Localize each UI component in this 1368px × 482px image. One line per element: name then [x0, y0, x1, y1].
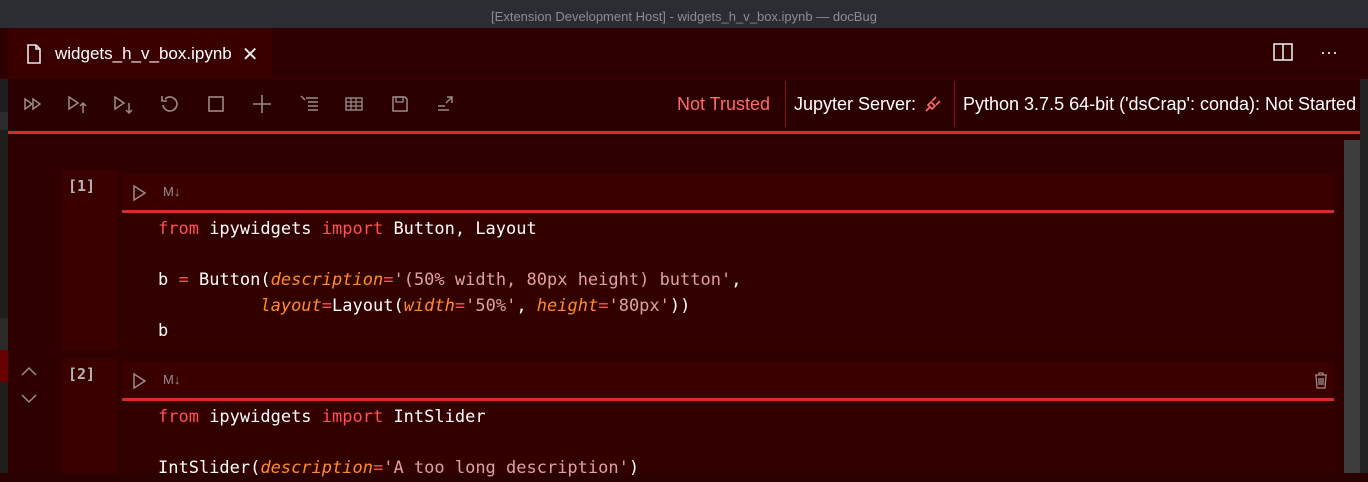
- cell-gutter: [62, 170, 118, 350]
- code-token: from: [158, 407, 199, 427]
- clear-outputs-icon[interactable]: [298, 93, 320, 115]
- markdown-toggle-icon[interactable]: M↓: [163, 372, 180, 387]
- edge-marker: [0, 350, 8, 382]
- divider: [954, 81, 955, 127]
- move-cell-down-icon[interactable]: [20, 392, 38, 406]
- code-token: from: [158, 219, 199, 239]
- run-above-icon[interactable]: [66, 93, 88, 115]
- trust-status[interactable]: Not Trusted: [677, 94, 770, 115]
- export-icon[interactable]: [435, 93, 457, 115]
- jupyter-server-label[interactable]: Jupyter Server:: [794, 94, 916, 115]
- editor-tab-bar: widgets_h_v_box.ipynb ✕ ···: [0, 28, 1368, 79]
- code-token: height: [536, 295, 599, 316]
- code-token: =: [598, 295, 609, 316]
- tab-label: widgets_h_v_box.ipynb: [55, 44, 232, 63]
- code-token: =: [383, 270, 394, 290]
- code-token: ipywidgets: [198, 219, 322, 239]
- code-token: =: [454, 295, 466, 316]
- code-token: ipywidgets: [198, 407, 322, 427]
- code-token: description: [270, 270, 384, 290]
- code-token: IntSlider(: [158, 458, 261, 478]
- close-icon[interactable]: ✕: [242, 42, 259, 67]
- interrupt-icon[interactable]: [205, 93, 227, 115]
- file-icon: [27, 44, 41, 64]
- edge-marker: [0, 112, 8, 130]
- editor-tab[interactable]: widgets_h_v_box.ipynb ✕: [8, 28, 272, 78]
- run-cell-icon[interactable]: [132, 185, 146, 201]
- code-line: b = Button(description='(50% width, 80px…: [158, 268, 1334, 294]
- code-token: 'A too long description': [383, 458, 629, 478]
- activity-edge: [0, 79, 8, 473]
- restart-icon[interactable]: [159, 93, 181, 115]
- code-token: '50%': [465, 295, 517, 316]
- code-editor[interactable]: from ipywidgets import IntSlider IntSlid…: [122, 402, 1334, 478]
- code-token: )): [669, 295, 691, 316]
- code-token: description: [260, 458, 373, 478]
- code-line: from ipywidgets import IntSlider: [158, 405, 1334, 431]
- divider: [785, 81, 786, 127]
- code-token: Button, Layout: [383, 219, 537, 239]
- code-token: =: [372, 458, 384, 478]
- scrollbar[interactable]: [1344, 140, 1360, 473]
- code-token: import: [321, 407, 384, 427]
- cell-border: [122, 398, 1334, 401]
- execution-count: [1]: [68, 177, 96, 195]
- save-icon[interactable]: [389, 93, 411, 115]
- code-token: =: [321, 295, 333, 316]
- run-below-icon[interactable]: [112, 93, 134, 115]
- code-line: layout=Layout(width='50%', height='80px'…: [158, 294, 1334, 320]
- trash-icon[interactable]: [1312, 370, 1330, 390]
- code-token: '(50% width, 80px height) button': [393, 270, 732, 290]
- run-cell-icon[interactable]: [132, 373, 146, 389]
- variables-icon[interactable]: [343, 93, 365, 115]
- code-token: ): [628, 458, 640, 478]
- code-token: import: [321, 219, 384, 239]
- code-token: ,: [516, 295, 537, 316]
- kernel-status[interactable]: Python 3.7.5 64-bit ('dsCrap': conda): N…: [963, 94, 1356, 115]
- code-token: b: [158, 321, 169, 341]
- code-token: Layout(: [332, 295, 404, 316]
- execution-count: [2]: [68, 365, 96, 383]
- code-line: IntSlider(description='A too long descri…: [158, 456, 1334, 482]
- window-title: [Extension Development Host] - widgets_h…: [491, 9, 877, 24]
- code-token: IntSlider: [383, 407, 486, 427]
- edge-marker: [0, 318, 8, 350]
- move-cell-up-icon[interactable]: [20, 364, 38, 378]
- right-edge: [1360, 79, 1368, 473]
- code-token: '80px': [608, 295, 670, 316]
- code-token: layout: [260, 295, 322, 316]
- code-editor[interactable]: from ipywidgets import Button, Layout b …: [122, 214, 1334, 350]
- window-title-bar: [Extension Development Host] - widgets_h…: [0, 0, 1368, 28]
- cell-toolbar: M↓: [122, 362, 1334, 398]
- code-token: Button(: [188, 270, 271, 290]
- split-editor-icon[interactable]: [1272, 42, 1294, 62]
- code-line: from ipywidgets import Button, Layout: [158, 217, 1334, 243]
- code-token: =: [178, 270, 189, 290]
- add-cell-icon[interactable]: [251, 93, 273, 115]
- markdown-toggle-icon[interactable]: M↓: [163, 184, 180, 199]
- plug-icon[interactable]: [922, 93, 944, 115]
- code-token: b: [158, 270, 179, 290]
- cell-toolbar: M↓: [122, 174, 1334, 210]
- code-token: width: [403, 295, 455, 316]
- code-token: ,: [731, 270, 742, 290]
- notebook-toolbar: Not Trusted Jupyter Server: Python 3.7.5…: [8, 79, 1360, 134]
- more-actions-icon[interactable]: ···: [1320, 42, 1338, 63]
- cell-border: [122, 210, 1334, 213]
- run-all-icon[interactable]: [22, 93, 44, 115]
- code-line: b: [158, 319, 1334, 345]
